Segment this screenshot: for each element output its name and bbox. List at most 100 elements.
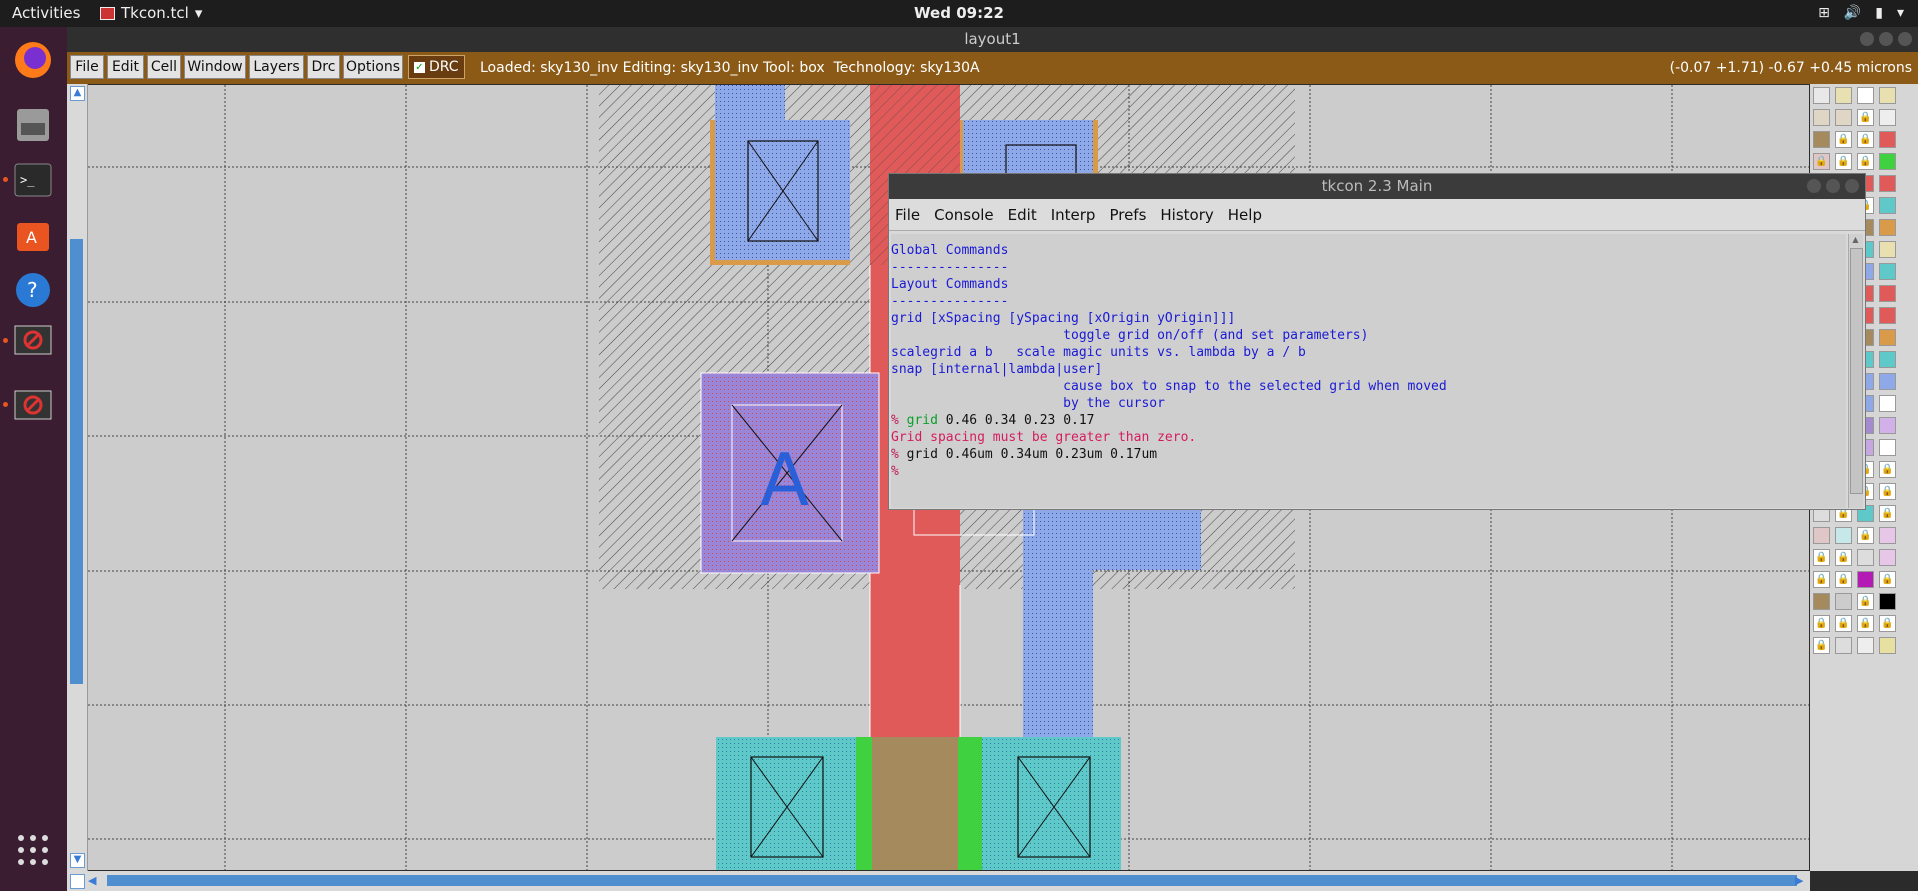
- zoom-box-icon[interactable]: [70, 874, 85, 889]
- scroll-left-icon[interactable]: ◀: [88, 874, 101, 887]
- menu-edit[interactable]: Edit: [107, 55, 144, 79]
- layer-swatch[interactable]: [1879, 241, 1896, 258]
- layer-swatch[interactable]: [1813, 131, 1830, 148]
- tkcon-menu-console[interactable]: Console: [927, 206, 1001, 224]
- lock-icon[interactable]: 🔒: [1879, 483, 1896, 500]
- lock-icon[interactable]: 🔒: [1857, 615, 1874, 632]
- lock-icon[interactable]: 🔒: [1857, 593, 1874, 610]
- layer-swatch[interactable]: [1879, 593, 1896, 610]
- lock-icon[interactable]: 🔒: [1835, 153, 1852, 170]
- menu-options[interactable]: Options: [343, 55, 403, 79]
- lock-icon[interactable]: 🔒: [1813, 153, 1830, 170]
- layer-swatch[interactable]: [1813, 87, 1830, 104]
- layer-swatch[interactable]: [1879, 527, 1896, 544]
- layer-swatch[interactable]: [1879, 439, 1896, 456]
- layer-swatch[interactable]: [1879, 219, 1896, 236]
- lock-icon[interactable]: 🔒: [1857, 153, 1874, 170]
- scroll-thumb[interactable]: [70, 239, 83, 684]
- layer-swatch[interactable]: [1879, 417, 1896, 434]
- close-icon[interactable]: [1898, 32, 1912, 46]
- lock-icon[interactable]: 🔒: [1857, 109, 1874, 126]
- menu-drc[interactable]: Drc: [307, 55, 340, 79]
- scroll-thumb[interactable]: [1850, 248, 1863, 494]
- layer-swatch[interactable]: [1879, 637, 1896, 654]
- scroll-up-icon[interactable]: ▲: [70, 86, 85, 101]
- lock-icon[interactable]: 🔒: [1835, 571, 1852, 588]
- app-menu[interactable]: Tkcon.tcl ▾: [100, 4, 202, 22]
- menu-layers[interactable]: Layers: [249, 55, 304, 79]
- lock-icon[interactable]: 🔒: [1857, 527, 1874, 544]
- tkcon-menu-help[interactable]: Help: [1221, 206, 1269, 224]
- maximize-icon[interactable]: [1826, 179, 1840, 193]
- layer-swatch[interactable]: [1835, 109, 1852, 126]
- lock-icon[interactable]: 🔒: [1813, 549, 1830, 566]
- layer-swatch[interactable]: [1879, 87, 1896, 104]
- lock-icon[interactable]: 🔒: [1857, 131, 1874, 148]
- layer-swatch[interactable]: [1879, 131, 1896, 148]
- lock-icon[interactable]: 🔒: [1835, 615, 1852, 632]
- tk-window-icon[interactable]: [10, 382, 56, 428]
- tk-window-icon[interactable]: [10, 317, 56, 363]
- layer-swatch[interactable]: [1879, 351, 1896, 368]
- maximize-icon[interactable]: [1879, 32, 1893, 46]
- layer-swatch[interactable]: [1857, 637, 1874, 654]
- show-applications-icon[interactable]: [10, 827, 56, 873]
- minimize-icon[interactable]: [1860, 32, 1874, 46]
- layer-swatch[interactable]: [1857, 87, 1874, 104]
- layer-swatch[interactable]: [1879, 549, 1896, 566]
- lock-icon[interactable]: 🔒: [1835, 131, 1852, 148]
- drc-toggle[interactable]: ✓ DRC: [408, 55, 465, 79]
- terminal-icon[interactable]: >_: [10, 157, 56, 203]
- layer-swatch[interactable]: [1879, 175, 1896, 192]
- tkcon-menu-file[interactable]: File: [889, 206, 927, 224]
- scroll-right-icon[interactable]: ▶: [1795, 874, 1808, 887]
- layer-swatch[interactable]: [1879, 153, 1896, 170]
- lock-icon[interactable]: 🔒: [1879, 571, 1896, 588]
- layer-swatch[interactable]: [1813, 593, 1830, 610]
- console-scrollbar[interactable]: ▲: [1848, 234, 1863, 508]
- layer-swatch[interactable]: [1835, 527, 1852, 544]
- tkcon-menu-history[interactable]: History: [1153, 206, 1220, 224]
- layer-swatch[interactable]: [1835, 593, 1852, 610]
- software-center-icon[interactable]: A: [10, 212, 56, 258]
- scroll-up-icon[interactable]: ▲: [1850, 235, 1861, 246]
- system-tray[interactable]: ⊞ 🔊 ▮ ▾: [1818, 5, 1904, 21]
- window-title-bar[interactable]: layout1: [67, 27, 1918, 52]
- minimize-icon[interactable]: [1807, 179, 1821, 193]
- files-icon[interactable]: [10, 102, 56, 148]
- layer-swatch[interactable]: [1879, 197, 1896, 214]
- layer-swatch[interactable]: [1835, 637, 1852, 654]
- tkcon-menu-edit[interactable]: Edit: [1001, 206, 1044, 224]
- horizontal-scrollbar[interactable]: ◀ ▶: [67, 871, 1810, 891]
- clock[interactable]: Wed 09:22: [0, 4, 1918, 22]
- layer-swatch[interactable]: [1879, 109, 1896, 126]
- layer-swatch[interactable]: [1857, 549, 1874, 566]
- menu-file[interactable]: File: [70, 55, 104, 79]
- scroll-thumb[interactable]: [107, 875, 1797, 886]
- layer-swatch[interactable]: [1857, 571, 1874, 588]
- layer-swatch[interactable]: [1879, 307, 1896, 324]
- lock-icon[interactable]: 🔒: [1813, 571, 1830, 588]
- menu-cell[interactable]: Cell: [147, 55, 181, 79]
- lock-icon[interactable]: 🔒: [1813, 637, 1830, 654]
- tkcon-menu-prefs[interactable]: Prefs: [1102, 206, 1153, 224]
- close-icon[interactable]: [1845, 179, 1859, 193]
- lock-icon[interactable]: 🔒: [1813, 615, 1830, 632]
- tkcon-menu-interp[interactable]: Interp: [1044, 206, 1103, 224]
- activities-button[interactable]: Activities: [12, 4, 80, 22]
- console-input-line[interactable]: %: [891, 463, 1846, 480]
- layer-swatch[interactable]: [1879, 395, 1896, 412]
- lock-icon[interactable]: 🔒: [1879, 461, 1896, 478]
- menu-window[interactable]: Window: [184, 55, 246, 79]
- layer-swatch[interactable]: [1813, 109, 1830, 126]
- console-output[interactable]: Global Commands --------------- Layout C…: [891, 234, 1846, 508]
- layer-swatch[interactable]: [1879, 285, 1896, 302]
- scroll-down-icon[interactable]: ▼: [70, 853, 85, 868]
- layer-swatch[interactable]: [1879, 329, 1896, 346]
- lock-icon[interactable]: 🔒: [1879, 615, 1896, 632]
- help-icon[interactable]: ?: [10, 267, 56, 313]
- firefox-icon[interactable]: [10, 37, 56, 83]
- layer-swatch[interactable]: [1813, 527, 1830, 544]
- vertical-scrollbar[interactable]: ▲ ▼: [67, 84, 88, 871]
- layer-swatch[interactable]: [1879, 373, 1896, 390]
